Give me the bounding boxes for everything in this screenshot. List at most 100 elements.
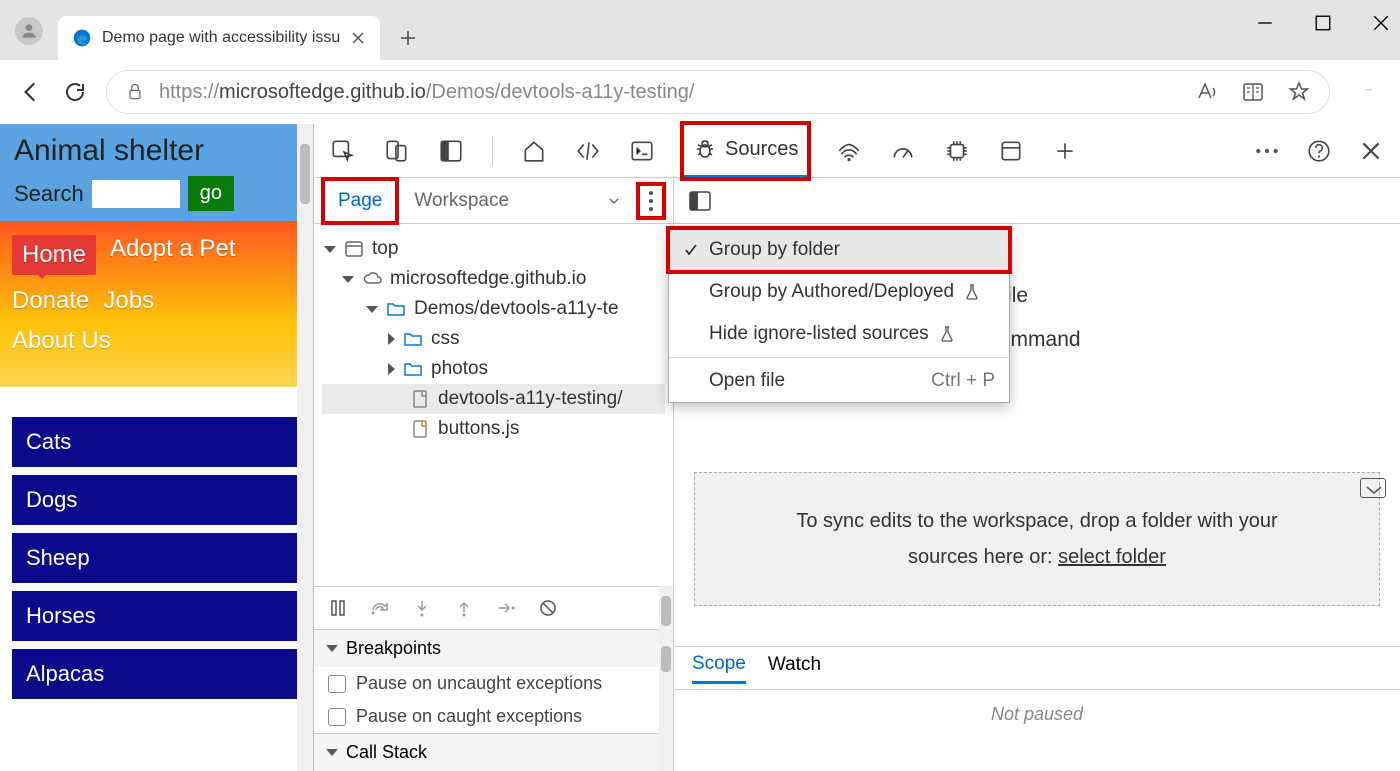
watch-tab[interactable]: Watch: [768, 654, 821, 682]
list-item[interactable]: Alpacas: [12, 649, 299, 699]
lock-icon: [125, 82, 145, 102]
show-navigator-icon[interactable]: [688, 190, 712, 212]
file-icon: [410, 389, 430, 409]
page-subtab[interactable]: Page: [324, 180, 396, 222]
flask-icon: [964, 283, 980, 301]
scrollbar[interactable]: [659, 586, 673, 771]
tree-css[interactable]: css: [322, 324, 665, 354]
menu-hide-ignore[interactable]: Hide ignore-listed sources: [669, 313, 1009, 355]
scope-bar: Scope Watch: [674, 646, 1400, 690]
memory-icon[interactable]: [944, 138, 970, 164]
step-over-icon[interactable]: [370, 598, 390, 618]
workspace-subtab[interactable]: Workspace: [400, 180, 523, 222]
bp-caught[interactable]: Pause on caught exceptions: [314, 700, 659, 733]
checkbox[interactable]: [328, 675, 346, 693]
network-icon[interactable]: [836, 138, 862, 164]
folder-icon: [386, 299, 406, 319]
site-nav: Home Adopt a Pet Donate Jobs About Us: [0, 221, 311, 387]
browser-tab[interactable]: Demo page with accessibility issu: [58, 16, 380, 60]
folder-icon: [403, 359, 423, 379]
help-icon[interactable]: [1306, 138, 1332, 164]
tree-photos[interactable]: photos: [322, 354, 665, 384]
scrollbar[interactable]: [297, 124, 313, 771]
profile-avatar[interactable]: [15, 17, 43, 45]
more-icon[interactable]: [1254, 138, 1280, 164]
welcome-icon[interactable]: [521, 138, 547, 164]
address-bar[interactable]: https://microsoftedge.github.io/Demos/de…: [106, 70, 1330, 114]
bp-uncaught[interactable]: Pause on uncaught exceptions: [314, 667, 659, 700]
menu-group-by-folder[interactable]: Group by folder: [669, 229, 1009, 271]
tree-demos[interactable]: Demos/devtools-a11y-te: [322, 294, 665, 324]
settings-menu-button[interactable]: [1356, 79, 1382, 105]
new-tab-button[interactable]: [388, 18, 428, 58]
more-tabs-icon[interactable]: [1052, 138, 1078, 164]
site-header: Animal shelter Search go: [0, 124, 311, 221]
scope-tab[interactable]: Scope: [692, 653, 746, 684]
sources-tab[interactable]: Sources: [683, 124, 808, 178]
close-devtools-icon[interactable]: [1358, 138, 1384, 164]
minimize-button[interactable]: [1256, 14, 1274, 32]
not-paused-label: Not paused: [674, 690, 1400, 739]
sources-subtabs: Page Workspace: [314, 178, 673, 224]
nav-home[interactable]: Home: [12, 235, 96, 275]
nav-donate[interactable]: Donate: [12, 287, 89, 315]
read-aloud-icon[interactable]: [1195, 80, 1219, 104]
checkbox[interactable]: [328, 708, 346, 726]
check-icon: [683, 242, 699, 258]
dock-icon[interactable]: [438, 138, 464, 164]
file-tree: top microsoftedge.github.io Demos/devtoo…: [314, 224, 673, 586]
step-icon[interactable]: [496, 598, 516, 618]
menu-open-file[interactable]: Open file Ctrl + P: [669, 360, 1009, 402]
list-item[interactable]: Horses: [12, 591, 299, 641]
deactivate-bp-icon[interactable]: [538, 598, 558, 618]
performance-icon[interactable]: [890, 138, 916, 164]
tree-top[interactable]: top: [322, 234, 665, 264]
tree-index[interactable]: devtools-a11y-testing/: [322, 384, 665, 414]
select-folder-link[interactable]: select folder: [1058, 546, 1166, 568]
step-out-icon[interactable]: [454, 598, 474, 618]
show-drawer-icon[interactable]: [1360, 478, 1386, 498]
breakpoints-header[interactable]: Breakpoints: [314, 630, 659, 667]
pause-icon[interactable]: [328, 598, 348, 618]
menu-group-authored[interactable]: Group by Authored/Deployed: [669, 271, 1009, 313]
site-title: Animal shelter: [14, 134, 297, 168]
reader-icon[interactable]: [1241, 80, 1265, 104]
list-item[interactable]: Dogs: [12, 475, 299, 525]
elements-icon[interactable]: [575, 138, 601, 164]
console-icon[interactable]: [629, 138, 655, 164]
sources-left-pane: Page Workspace top microsoftedge.github.…: [314, 178, 674, 771]
step-into-icon[interactable]: [412, 598, 432, 618]
debug-controls: [314, 586, 659, 630]
go-button[interactable]: go: [188, 176, 234, 211]
device-icon[interactable]: [384, 138, 410, 164]
list-item[interactable]: Cats: [12, 417, 299, 467]
nav-about[interactable]: About Us: [12, 327, 111, 355]
nav-jobs[interactable]: Jobs: [103, 287, 154, 315]
tab-title: Demo page with accessibility issu: [102, 29, 340, 47]
maximize-button[interactable]: [1314, 14, 1332, 32]
back-button[interactable]: [18, 79, 44, 105]
flask-icon: [939, 325, 955, 343]
search-label: Search: [14, 181, 84, 207]
inspect-icon[interactable]: [330, 138, 356, 164]
refresh-button[interactable]: [62, 79, 88, 105]
favorite-icon[interactable]: [1287, 80, 1311, 104]
workspace-dropzone[interactable]: To sync edits to the workspace, drop a f…: [694, 472, 1380, 606]
list-item[interactable]: Sheep: [12, 533, 299, 583]
folder-icon: [403, 329, 423, 349]
close-window-button[interactable]: [1372, 14, 1390, 32]
tree-host[interactable]: microsoftedge.github.io: [322, 264, 665, 294]
more-options-button[interactable]: [639, 185, 663, 217]
chevron-down-icon[interactable]: [607, 194, 621, 208]
context-menu: Group by folder Group by Authored/Deploy…: [668, 228, 1010, 403]
devtools-tabbar: Sources: [314, 124, 1400, 178]
application-icon[interactable]: [998, 138, 1024, 164]
cloud-icon: [362, 269, 382, 289]
callstack-header[interactable]: Call Stack: [314, 734, 659, 771]
tree-buttons[interactable]: buttons.js: [322, 414, 665, 444]
close-icon[interactable]: [350, 30, 366, 46]
nav-adopt[interactable]: Adopt a Pet: [110, 235, 235, 275]
breakpoints-section: Breakpoints Pause on uncaught exceptions…: [314, 630, 659, 734]
devtools-panel: Sources Page Workspace: [312, 124, 1400, 771]
search-input[interactable]: [92, 180, 180, 208]
